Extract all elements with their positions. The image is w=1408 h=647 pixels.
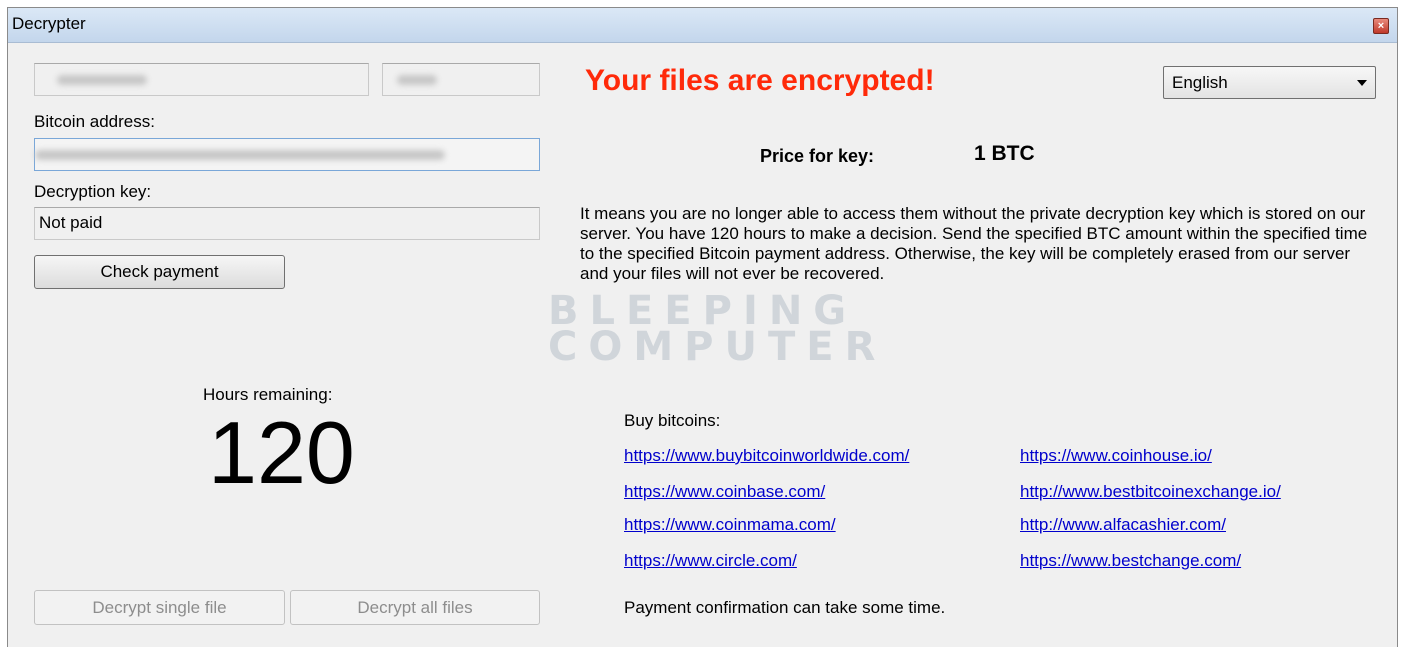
watermark: BLEEPING COMPUTER [548,291,887,370]
link-alfacashier[interactable]: http://www.alfacashier.com/ [1020,515,1226,535]
language-selected: English [1172,73,1228,92]
price-label: Price for key: [760,146,875,166]
decrypt-all-files-button[interactable]: Decrypt all files [290,590,540,625]
link-buybitcoinworldwide[interactable]: https://www.buybitcoinworldwide.com/ [624,446,909,466]
check-payment-button[interactable]: Check payment [34,255,285,289]
payment-confirmation-note: Payment confirmation can take some time. [624,598,946,617]
link-coinbase[interactable]: https://www.coinbase.com/ [624,482,825,502]
bitcoin-address-label: Bitcoin address: [34,112,155,131]
decrypt-single-file-button[interactable]: Decrypt single file [34,590,285,625]
ransom-description: It means you are no longer able to acces… [580,204,1368,283]
redacted-bitcoin-address [35,150,445,160]
link-coinmama[interactable]: https://www.coinmama.com/ [624,515,836,535]
decryption-key-label: Decryption key: [34,182,152,201]
link-bestbitcoinexchange[interactable]: http://www.bestbitcoinexchange.io/ [1020,482,1281,502]
extension-field[interactable] [382,63,540,96]
redacted-extension [397,75,437,85]
title-bar: Decrypter × [8,8,1397,43]
price-value: 1 BTC [974,142,1035,165]
hours-remaining-value: 120 [208,403,355,502]
link-bestchange[interactable]: https://www.bestchange.com/ [1020,551,1241,571]
language-select[interactable]: English [1163,66,1376,99]
link-coinhouse[interactable]: https://www.coinhouse.io/ [1020,446,1212,466]
decryption-key-field[interactable]: Not paid [34,207,540,240]
redacted-id [57,75,147,85]
buy-bitcoins-label: Buy bitcoins: [624,411,721,430]
chevron-down-icon [1357,80,1367,86]
close-icon[interactable]: × [1373,18,1389,34]
window-title: Decrypter [12,14,86,33]
link-circle[interactable]: https://www.circle.com/ [624,551,797,571]
encrypted-headline: Your files are encrypted! [585,64,935,97]
id-field[interactable] [34,63,369,96]
bitcoin-address-field[interactable] [34,138,540,171]
watermark-line-2: COMPUTER [548,324,887,370]
